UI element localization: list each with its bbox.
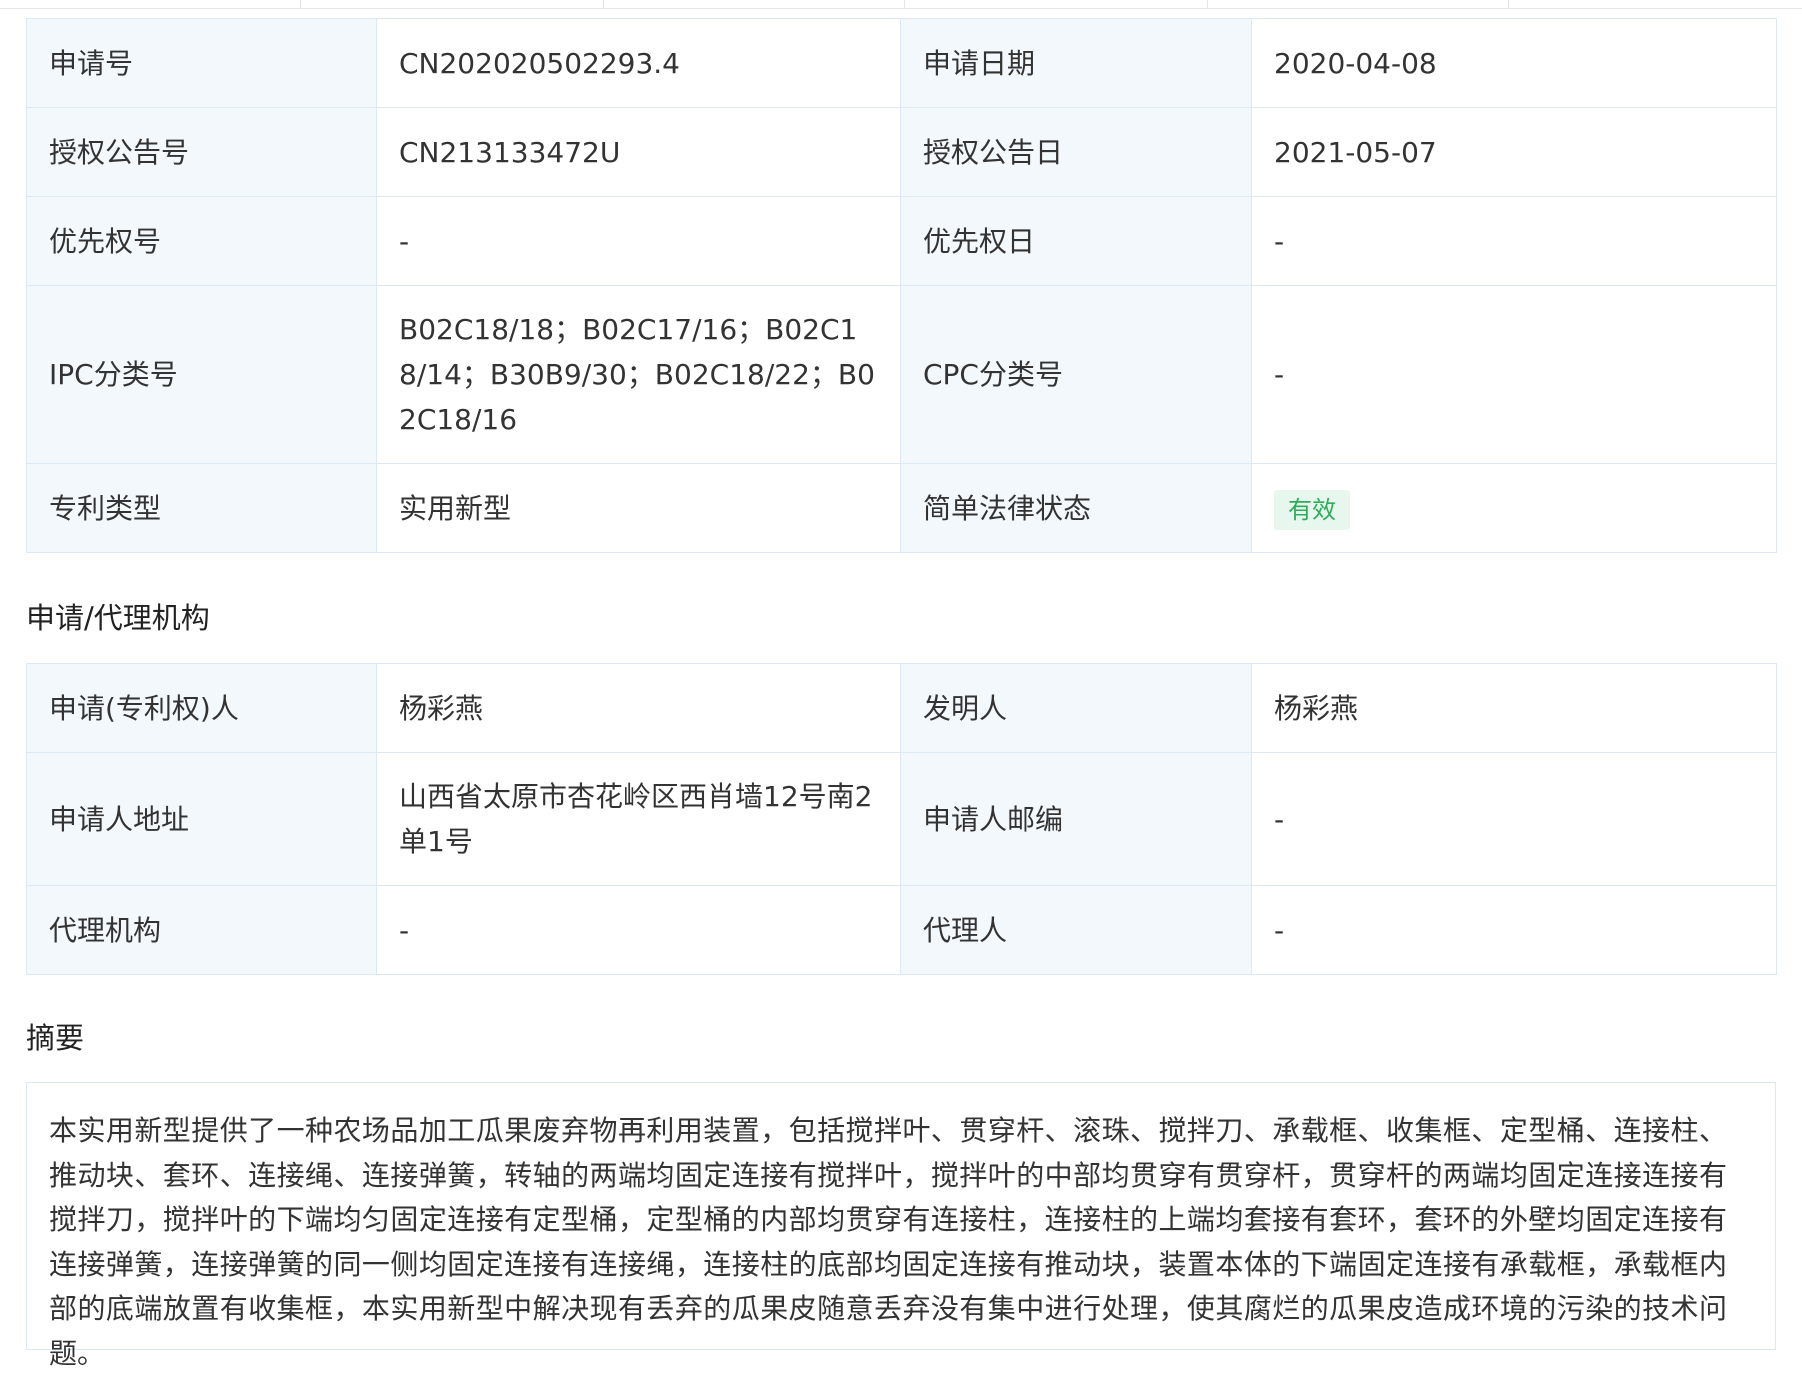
- basic-info-table: 申请号 CN202020502293.4 申请日期 2020-04-08 授权公…: [26, 18, 1777, 553]
- patent-type-label: 专利类型: [26, 463, 377, 553]
- priority-date-value: -: [1251, 196, 1777, 286]
- patent-type-value: 实用新型: [376, 463, 901, 553]
- table-row: 授权公告号 CN213133472U 授权公告日 2021-05-07: [26, 107, 1777, 197]
- table-row: 申请号 CN202020502293.4 申请日期 2020-04-08: [26, 18, 1777, 108]
- application-date-value: 2020-04-08: [1251, 18, 1777, 108]
- applicant-value: 杨彩燕: [376, 663, 901, 753]
- agent-label: 代理人: [900, 885, 1252, 975]
- table-row: 申请人地址 山西省太原市杏花岭区西肖墙12号南2单1号 申请人邮编 -: [26, 752, 1777, 886]
- applicant-postcode-label: 申请人邮编: [900, 752, 1252, 886]
- inventor-label: 发明人: [900, 663, 1252, 753]
- priority-no-label: 优先权号: [26, 196, 377, 286]
- status-badge: 有效: [1274, 489, 1350, 530]
- legal-status-label: 简单法律状态: [900, 463, 1252, 553]
- applicant-address-label: 申请人地址: [26, 752, 377, 886]
- application-no-value: CN202020502293.4: [376, 18, 901, 108]
- cpc-value: -: [1251, 285, 1777, 464]
- priority-no-value: -: [376, 196, 901, 286]
- grant-pub-date-value: 2021-05-07: [1251, 107, 1777, 197]
- abstract-text: 本实用新型提供了一种农场品加工瓜果废弃物再利用装置，包括搅拌叶、贯穿杆、滚珠、搅…: [26, 1082, 1776, 1370]
- applicant-address-value: 山西省太原市杏花岭区西肖墙12号南2单1号: [376, 752, 901, 886]
- table-row: 代理机构 - 代理人 -: [26, 885, 1777, 975]
- applicant-postcode-value: -: [1251, 752, 1777, 886]
- ipc-value: B02C18/18；B02C17/16；B02C18/14；B30B9/30；B…: [376, 285, 901, 464]
- ipc-label: IPC分类号: [26, 285, 377, 464]
- table-row: 专利类型 实用新型 简单法律状态 有效: [26, 463, 1777, 553]
- inventor-value: 杨彩燕: [1251, 663, 1777, 753]
- cpc-label: CPC分类号: [900, 285, 1252, 464]
- agency-section-title: 申请/代理机构: [26, 601, 210, 635]
- table-row: 优先权号 - 优先权日 -: [26, 196, 1777, 286]
- applicant-label: 申请(专利权)人: [26, 663, 377, 753]
- agency-org-label: 代理机构: [26, 885, 377, 975]
- table-row: 申请(专利权)人 杨彩燕 发明人 杨彩燕: [26, 663, 1777, 753]
- application-no-label: 申请号: [26, 18, 377, 108]
- top-tab-strip: [0, 0, 1802, 9]
- abstract-section-title: 摘要: [26, 1021, 85, 1055]
- agent-value: -: [1251, 885, 1777, 975]
- application-date-label: 申请日期: [900, 18, 1252, 108]
- table-row: IPC分类号 B02C18/18；B02C17/16；B02C18/14；B30…: [26, 285, 1777, 464]
- legal-status-cell: 有效: [1251, 463, 1777, 553]
- priority-date-label: 优先权日: [900, 196, 1252, 286]
- agency-org-value: -: [376, 885, 901, 975]
- grant-pub-no-label: 授权公告号: [26, 107, 377, 197]
- grant-pub-date-label: 授权公告日: [900, 107, 1252, 197]
- agency-table: 申请(专利权)人 杨彩燕 发明人 杨彩燕 申请人地址 山西省太原市杏花岭区西肖墙…: [26, 663, 1777, 975]
- grant-pub-no-value: CN213133472U: [376, 107, 901, 197]
